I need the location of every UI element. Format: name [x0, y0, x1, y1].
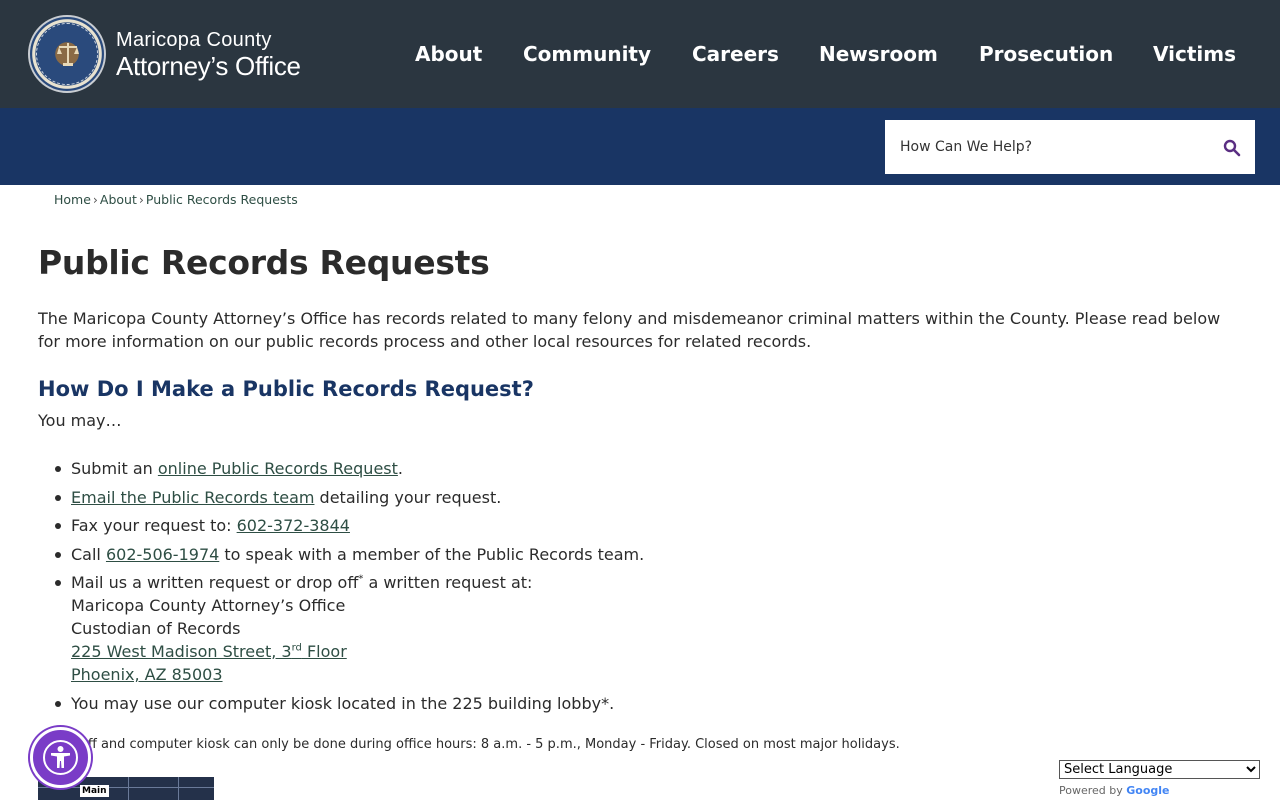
- nav-about[interactable]: About: [415, 42, 482, 66]
- address-line-2: Custodian of Records: [71, 619, 241, 638]
- search-icon[interactable]: [1223, 139, 1241, 157]
- fax-number-link[interactable]: 602-372-3844: [237, 516, 350, 535]
- breadcrumb-home[interactable]: Home: [54, 192, 91, 207]
- google-logo: Google: [1126, 784, 1170, 797]
- intro-paragraph: The Maricopa County Attorney’s Office ha…: [38, 309, 1221, 351]
- list-item: Mail us a written request or drop off* a…: [55, 571, 1171, 686]
- language-select[interactable]: Select Language: [1059, 760, 1260, 779]
- site-header: Maricopa County Attorney’s Office About …: [0, 0, 1280, 108]
- section-heading: How Do I Make a Public Records Request?: [38, 377, 534, 401]
- breadcrumb: Home › About › Public Records Requests: [54, 192, 298, 207]
- you-may-text: You may…: [38, 411, 122, 430]
- request-methods-list: Submit an online Public Records Request.…: [55, 457, 1171, 720]
- nav-newsroom[interactable]: Newsroom: [819, 42, 938, 66]
- phone-number-link[interactable]: 602-506-1974: [106, 545, 219, 564]
- powered-by-google: Powered by Google: [1059, 784, 1170, 797]
- nav-prosecution[interactable]: Prosecution: [979, 42, 1113, 66]
- accessibility-button[interactable]: [30, 727, 91, 788]
- search-input[interactable]: [885, 120, 1205, 174]
- list-item: Call 602-506-1974 to speak with a member…: [55, 543, 1171, 566]
- address-city-link[interactable]: Phoenix, AZ 85003: [71, 665, 223, 684]
- accessibility-icon: [43, 740, 78, 775]
- list-item: Email the Public Records team detailing …: [55, 486, 1171, 509]
- address-line-1: Maricopa County Attorney’s Office: [71, 596, 346, 615]
- list-item: You may use our computer kiosk located i…: [55, 692, 1171, 715]
- map-label: Main: [80, 785, 109, 797]
- address-street-link[interactable]: 225 West Madison Street, 3rd Floor: [71, 642, 347, 661]
- list-item: Fax your request to: 602-372-3844: [55, 514, 1171, 537]
- breadcrumb-current[interactable]: Public Records Requests: [146, 192, 298, 207]
- office-hours-footnote: *Drop off and computer kiosk can only be…: [38, 737, 900, 752]
- search-box: [885, 120, 1255, 174]
- email-team-link[interactable]: Email the Public Records team: [71, 488, 314, 507]
- nav-victims[interactable]: Victims: [1153, 42, 1236, 66]
- nav-careers[interactable]: Careers: [692, 42, 779, 66]
- online-request-link[interactable]: online Public Records Request: [158, 459, 398, 478]
- list-item: Submit an online Public Records Request.: [55, 457, 1171, 480]
- breadcrumb-about[interactable]: About: [100, 192, 137, 207]
- page-title: Public Records Requests: [38, 243, 490, 282]
- main-nav: About Community Careers Newsroom Prosecu…: [0, 42, 1280, 68]
- nav-community[interactable]: Community: [523, 42, 651, 66]
